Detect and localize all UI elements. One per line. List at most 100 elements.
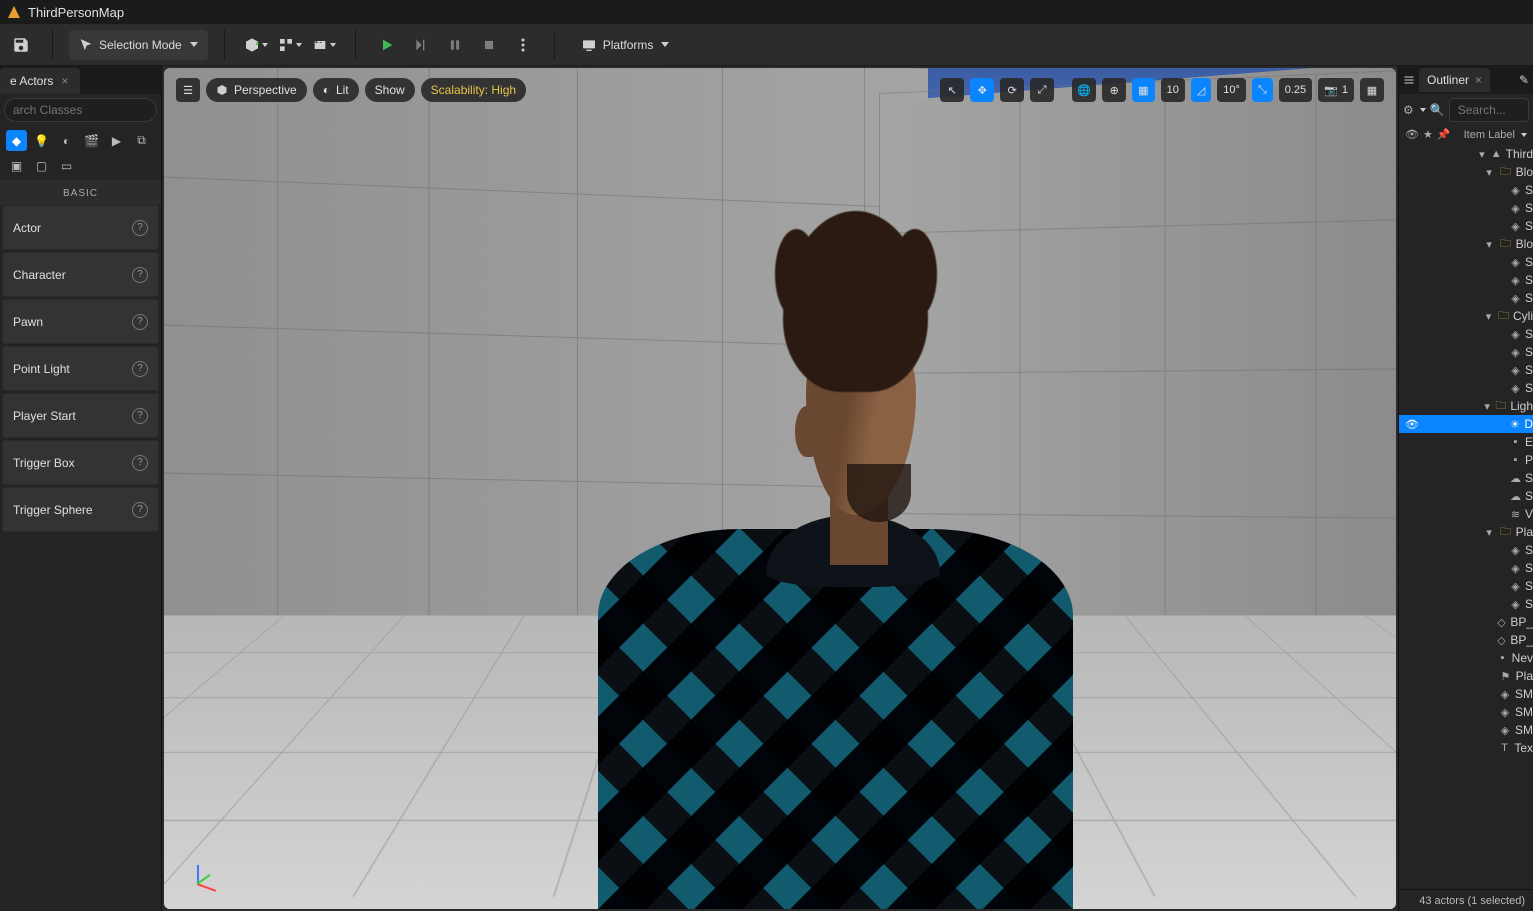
outliner-item[interactable]: ◇BP_ — [1399, 631, 1533, 649]
viewport-show-dropdown[interactable]: Show — [365, 78, 415, 102]
outliner-item[interactable]: ◈S — [1399, 577, 1533, 595]
outliner-item[interactable]: ◈S — [1399, 361, 1533, 379]
help-icon[interactable]: ? — [132, 502, 148, 518]
outliner-item[interactable]: ≋V — [1399, 505, 1533, 523]
skip-button[interactable] — [406, 30, 436, 60]
outliner-folder[interactable]: ▾🗀Pla — [1399, 523, 1533, 541]
outliner-item[interactable]: 👁☀D — [1399, 415, 1533, 433]
grid-snap-toggle[interactable]: ▦ — [1132, 78, 1154, 102]
help-icon[interactable]: ? — [132, 408, 148, 424]
close-icon[interactable]: × — [1475, 73, 1482, 87]
expand-icon[interactable]: ▾ — [1483, 310, 1494, 323]
outliner-item[interactable]: ◈S — [1399, 199, 1533, 217]
scale-tool-button[interactable]: ⤢ — [1030, 78, 1054, 102]
outliner-folder[interactable]: ▾🗀Ligh — [1399, 397, 1533, 415]
blueprint-button[interactable] — [275, 30, 305, 60]
outliner-item[interactable]: ◈S — [1399, 559, 1533, 577]
category-media-icon[interactable]: ▭ — [56, 155, 77, 176]
play-button[interactable] — [372, 30, 402, 60]
outliner-item[interactable]: ⚑Pla — [1399, 667, 1533, 685]
outliner-item[interactable]: ◈S — [1399, 343, 1533, 361]
outliner-item[interactable]: ▪Nev — [1399, 649, 1533, 667]
place-actors-search-input[interactable] — [4, 98, 157, 122]
outliner-item[interactable]: ▪P — [1399, 451, 1533, 469]
category-shapes-icon[interactable]: ◐ — [56, 130, 77, 151]
help-icon[interactable]: ? — [132, 267, 148, 283]
place-actor-item[interactable]: Pawn? — [2, 299, 159, 344]
save-button[interactable] — [6, 30, 36, 60]
outliner-item[interactable]: ◈SM — [1399, 685, 1533, 703]
outliner-item[interactable]: ◈S — [1399, 253, 1533, 271]
outliner-folder[interactable]: ▾🗀Blo — [1399, 235, 1533, 253]
outliner-item[interactable]: ◈S — [1399, 541, 1533, 559]
outliner-item[interactable]: TTex — [1399, 739, 1533, 757]
grid-snap-value[interactable]: 10 — [1161, 78, 1185, 102]
outliner-item[interactable]: ◈S — [1399, 181, 1533, 199]
camera-speed-button[interactable]: 📷 1 — [1318, 78, 1354, 102]
category-geometry-icon[interactable]: ▢ — [31, 155, 52, 176]
viewport-menu-button[interactable]: ☰ — [176, 78, 200, 102]
play-options-button[interactable] — [508, 30, 538, 60]
surface-snap-button[interactable]: ⊕ — [1102, 78, 1126, 102]
viewport-scalability-button[interactable]: Scalability: High — [421, 78, 526, 102]
viewport[interactable]: ☰ Perspective ◐ Lit Show Scalability: Hi… — [164, 68, 1396, 909]
expand-icon[interactable]: ▾ — [1477, 148, 1487, 161]
category-all-icon[interactable]: ▣ — [6, 155, 27, 176]
viewport-maximize-button[interactable]: ▦ — [1360, 78, 1384, 102]
category-basic-icon[interactable]: ◆ — [6, 130, 27, 151]
cinematics-button[interactable] — [309, 30, 339, 60]
angle-snap-toggle[interactable]: ◿ — [1191, 78, 1211, 102]
outliner-column-header[interactable]: 👁 ★ 📌 Item Label — [1399, 126, 1533, 145]
outliner-item[interactable]: ◈S — [1399, 595, 1533, 613]
tab-outliner[interactable]: Outliner × — [1419, 68, 1490, 92]
outliner-search-input[interactable] — [1449, 98, 1529, 122]
viewport-lit-dropdown[interactable]: ◐ Lit — [313, 78, 359, 102]
help-icon[interactable]: ? — [132, 314, 148, 330]
category-visual-icon[interactable]: ▶ — [106, 130, 127, 151]
platforms-dropdown[interactable]: Platforms — [571, 30, 680, 60]
outliner-folder[interactable]: ▾🗀Blo — [1399, 163, 1533, 181]
outliner-item[interactable]: ◈SM — [1399, 721, 1533, 739]
expand-icon[interactable]: ▾ — [1483, 526, 1495, 539]
outliner-item[interactable]: ▪E — [1399, 433, 1533, 451]
expand-icon[interactable]: ▾ — [1483, 400, 1491, 413]
expand-icon[interactable]: ▾ — [1483, 238, 1495, 251]
outliner-item[interactable]: ◈S — [1399, 379, 1533, 397]
help-icon[interactable]: ? — [132, 361, 148, 377]
angle-snap-value[interactable]: 10° — [1217, 78, 1246, 102]
outliner-item[interactable]: ◈S — [1399, 289, 1533, 307]
outliner-item[interactable]: ◈S — [1399, 271, 1533, 289]
place-actor-item[interactable]: Point Light? — [2, 346, 159, 391]
viewport-perspective-dropdown[interactable]: Perspective — [206, 78, 307, 102]
filter-icon[interactable]: ⚙ — [1403, 103, 1414, 117]
rotate-tool-button[interactable]: ⟳ — [1000, 78, 1024, 102]
outliner-item[interactable]: ◈S — [1399, 217, 1533, 235]
close-icon[interactable]: × — [59, 74, 70, 88]
place-actor-item[interactable]: Character? — [2, 252, 159, 297]
scale-snap-value[interactable]: 0.25 — [1279, 78, 1312, 102]
category-cinematic-icon[interactable]: 🎬 — [81, 130, 102, 151]
selection-mode-dropdown[interactable]: Selection Mode — [69, 30, 208, 60]
edit-icon[interactable]: ✎ — [1519, 73, 1529, 87]
stop-button[interactable] — [474, 30, 504, 60]
place-actor-item[interactable]: Trigger Sphere? — [2, 487, 159, 532]
help-icon[interactable]: ? — [132, 220, 148, 236]
outliner-item[interactable]: ☁S — [1399, 487, 1533, 505]
visibility-icon[interactable]: 👁 — [1405, 419, 1419, 431]
place-actor-item[interactable]: Trigger Box? — [2, 440, 159, 485]
add-content-button[interactable] — [241, 30, 271, 60]
move-tool-button[interactable]: ✥ — [970, 78, 994, 102]
help-icon[interactable]: ? — [132, 455, 148, 471]
outliner-item[interactable]: ▾▲Third — [1399, 145, 1533, 163]
outliner-folder[interactable]: ▾🗀Cyli — [1399, 307, 1533, 325]
category-lights-icon[interactable]: 💡 — [31, 130, 52, 151]
outliner-item[interactable]: ◈S — [1399, 325, 1533, 343]
coord-space-button[interactable]: 🌐 — [1072, 78, 1096, 102]
pause-button[interactable] — [440, 30, 470, 60]
outliner-item[interactable]: ◇BP_ — [1399, 613, 1533, 631]
expand-icon[interactable]: ▾ — [1483, 166, 1495, 179]
outliner-item[interactable]: ◈SM — [1399, 703, 1533, 721]
scale-snap-toggle[interactable]: ⤡ — [1252, 78, 1273, 102]
outliner-tree[interactable]: ▾▲Third▾🗀Blo◈S◈S◈S▾🗀Blo◈S◈S◈S▾🗀Cyli◈S◈S◈… — [1399, 145, 1533, 889]
place-actor-item[interactable]: Actor? — [2, 205, 159, 250]
